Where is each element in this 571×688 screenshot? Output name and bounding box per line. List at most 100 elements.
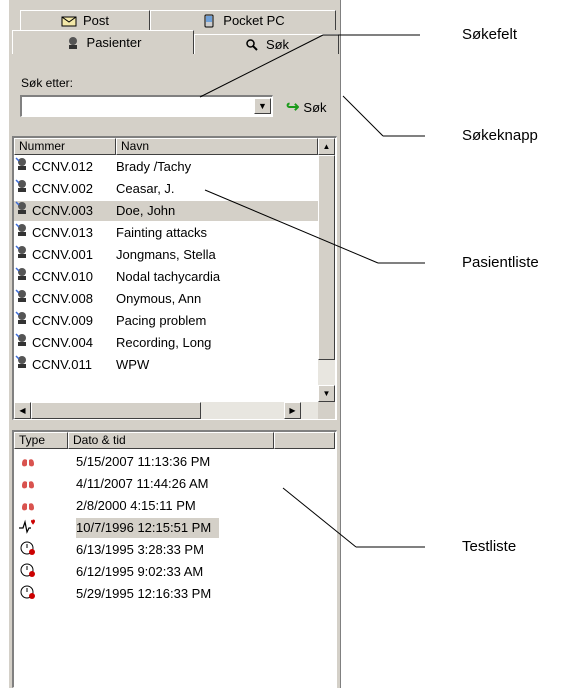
stopwatch-icon <box>18 540 38 562</box>
patient-record-icon <box>14 245 30 265</box>
patient-name: Fainting attacks <box>116 225 208 240</box>
patient-record-icon <box>14 157 30 177</box>
test-datetime: 4/11/2007 11:44:26 AM <box>76 476 209 492</box>
table-row[interactable]: CCNV.012 Brady /Tachy <box>14 157 318 177</box>
patient-record-icon <box>14 289 30 309</box>
test-datetime: 6/13/1995 3:28:33 PM <box>76 542 204 558</box>
patient-number: CCNV.008 <box>32 291 93 306</box>
column-header-type[interactable]: Type <box>14 432 68 449</box>
list-item[interactable]: 5/15/2007 11:13:36 PM <box>14 452 335 472</box>
table-row[interactable]: CCNV.011 WPW <box>14 355 318 375</box>
patient-record-icon <box>14 311 30 331</box>
patient-record-icon <box>14 201 30 221</box>
patient-name: Nodal tachycardia <box>116 269 221 284</box>
test-datetime: 2/8/2000 4:15:11 PM <box>76 498 196 514</box>
search-input[interactable]: ▼ <box>20 95 273 117</box>
callout-sokeknapp: Søkeknapp <box>462 127 538 144</box>
tab-pasienter-label: Pasienter <box>86 35 142 50</box>
arrow-up-icon: ▲ <box>322 142 331 151</box>
list-item[interactable]: 2/8/2000 4:15:11 PM <box>14 496 335 516</box>
scroll-thumb[interactable] <box>318 155 335 360</box>
patient-number: CCNV.010 <box>32 269 93 284</box>
hscroll-thumb[interactable] <box>31 402 201 419</box>
patient-number: CCNV.011 <box>32 357 92 372</box>
patient-number: CCNV.012 <box>32 159 93 174</box>
lungs-icon <box>18 496 38 518</box>
table-row[interactable]: CCNV.003 Doe, John <box>14 201 318 221</box>
tab-pocket-pc-label: Pocket PC <box>223 13 285 28</box>
horizontal-scrollbar[interactable]: ◀ ▶ <box>14 402 318 419</box>
lungs-icon <box>18 474 38 496</box>
stopwatch-icon <box>18 584 38 606</box>
list-item[interactable]: 6/13/1995 3:28:33 PM <box>14 540 335 560</box>
patient-list[interactable]: Nummer Navn CCNV.012 Brady /Tachy CCNV.002… <box>12 136 337 420</box>
arrow-right-icon: ▶ <box>289 406 296 415</box>
test-datetime: 6/12/1995 9:02:33 AM <box>76 564 204 580</box>
table-row[interactable]: CCNV.004 Recording, Long <box>14 333 318 353</box>
column-header-navn[interactable]: Navn <box>116 138 318 155</box>
patient-name: Doe, John <box>116 203 176 218</box>
patient-number: CCNV.002 <box>32 181 93 196</box>
table-row[interactable]: CCNV.013 Fainting attacks <box>14 223 318 243</box>
patient-number: CCNV.013 <box>32 225 93 240</box>
patient-icon <box>65 36 81 50</box>
tab-post-label: Post <box>82 13 109 28</box>
patient-number: CCNV.001 <box>32 247 93 262</box>
column-header-datetime[interactable]: Dato & tid <box>68 432 274 449</box>
tab-pocket-pc[interactable]: Pocket PC <box>150 10 336 30</box>
test-list[interactable]: Type Dato & tid 5/15/2007 11:13:36 PM 4/1… <box>12 430 337 688</box>
search-button-label: Søk <box>303 99 327 115</box>
callout-testliste: Testliste <box>462 538 517 555</box>
scroll-up-button[interactable]: ▲ <box>318 138 335 155</box>
tab-sok-label: Søk <box>265 37 290 52</box>
table-row[interactable]: CCNV.008 Onymous, Ann <box>14 289 318 309</box>
tab-sok[interactable]: Søk <box>194 34 339 54</box>
patient-name: Jongmans, Stella <box>116 247 216 262</box>
patient-name: Brady /Tachy <box>116 159 192 174</box>
stopwatch-icon <box>18 562 38 584</box>
mail-tray-icon <box>61 14 77 28</box>
list-item[interactable]: 10/7/1996 12:15:51 PM <box>14 518 335 540</box>
dropdown-button[interactable]: ▼ <box>254 98 271 114</box>
pocket-pc-icon <box>201 14 217 28</box>
patient-name: Recording, Long <box>116 335 212 350</box>
patient-record-icon <box>14 333 30 353</box>
chevron-down-icon: ▼ <box>258 101 267 111</box>
test-datetime: 10/7/1996 12:15:51 PM <box>76 518 220 539</box>
patient-record-icon <box>14 355 30 375</box>
column-header-empty[interactable] <box>274 432 335 449</box>
search-label: Søk etter: <box>21 76 74 90</box>
magnifier-icon <box>244 38 260 52</box>
scroll-right-button[interactable]: ▶ <box>284 402 301 419</box>
patient-number: CCNV.009 <box>32 313 93 328</box>
vertical-scrollbar[interactable]: ▲ ▼ <box>318 138 335 402</box>
scroll-left-button[interactable]: ◀ <box>14 402 31 419</box>
tab-post[interactable]: Post <box>20 10 150 30</box>
test-datetime: 5/29/1995 12:16:33 PM <box>76 586 212 602</box>
column-header-nummer[interactable]: Nummer <box>14 138 116 155</box>
ecg-heart-icon <box>18 518 38 540</box>
table-row[interactable]: CCNV.001 Jongmans, Stella <box>14 245 318 265</box>
test-datetime: 5/15/2007 11:13:36 PM <box>76 454 211 470</box>
patient-record-icon <box>14 223 30 243</box>
scroll-down-button[interactable]: ▼ <box>318 385 335 402</box>
table-row[interactable]: CCNV.002 Ceasar, J. <box>14 179 318 199</box>
tab-pasienter[interactable]: Pasienter <box>12 30 194 54</box>
table-row[interactable]: CCNV.009 Pacing problem <box>14 311 318 331</box>
patient-number: CCNV.003 <box>32 203 93 218</box>
patient-record-icon <box>14 267 30 287</box>
callout-pasientliste: Pasientliste <box>462 254 539 271</box>
list-item[interactable]: 6/12/1995 9:02:33 AM <box>14 562 335 582</box>
patient-name: Pacing problem <box>116 313 207 328</box>
search-button[interactable]: ↪ Søk <box>286 96 327 118</box>
lungs-icon <box>18 452 38 474</box>
arrow-down-icon: ▼ <box>322 389 331 398</box>
patient-name: Ceasar, J. <box>116 181 175 196</box>
list-item[interactable]: 4/11/2007 11:44:26 AM <box>14 474 335 494</box>
table-row[interactable]: CCNV.010 Nodal tachycardia <box>14 267 318 287</box>
patient-name: Onymous, Ann <box>116 291 202 306</box>
patient-record-icon <box>14 179 30 199</box>
scroll-corner <box>318 402 335 419</box>
list-item[interactable]: 5/29/1995 12:16:33 PM <box>14 584 335 604</box>
arrow-left-icon: ◀ <box>19 406 26 415</box>
